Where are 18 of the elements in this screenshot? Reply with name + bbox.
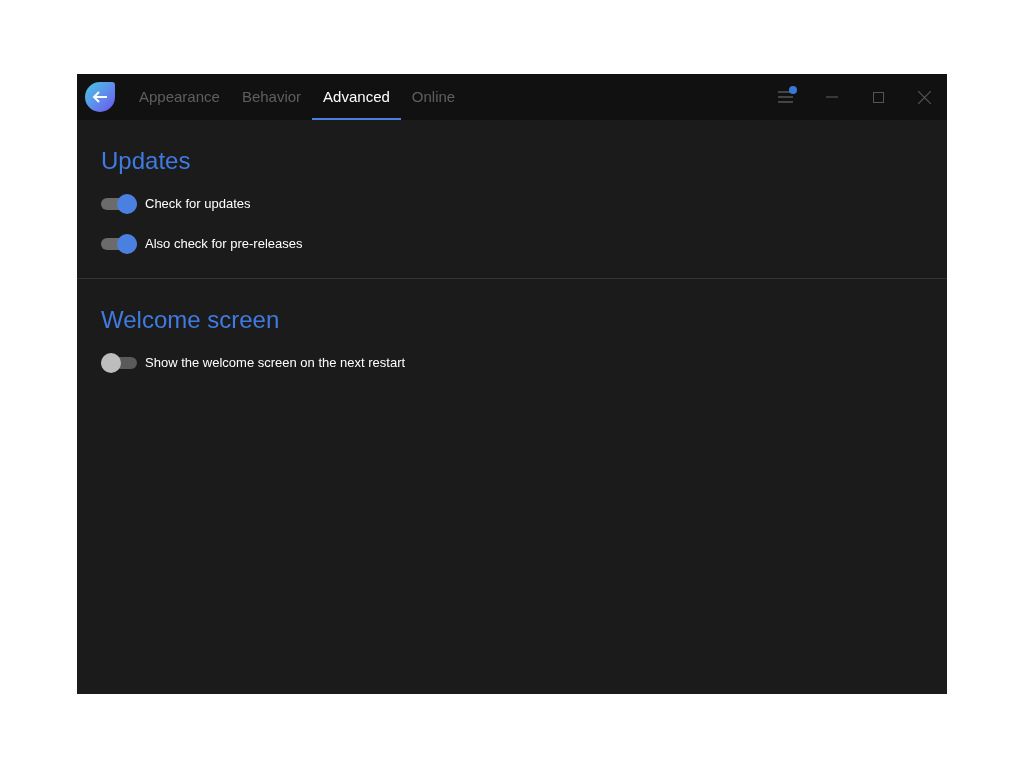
section-heading: Updates (101, 146, 192, 176)
maximize-icon (872, 91, 884, 103)
back-button[interactable] (85, 82, 115, 112)
toggle-switch[interactable] (101, 194, 137, 214)
tab[interactable]: Appearance (128, 74, 231, 120)
setting-label: Show the welcome screen on the next restart (145, 354, 406, 373)
section-heading: Welcome screen (101, 305, 281, 335)
setting-label: Also check for pre-releases (145, 235, 303, 254)
toggle-switch[interactable] (101, 353, 137, 373)
tab[interactable]: Behavior (230, 74, 313, 120)
tab[interactable]: Online (400, 74, 467, 120)
close-icon (917, 90, 931, 104)
setting-label: Check for updates (145, 195, 251, 214)
menu-icon (778, 91, 794, 103)
tab[interactable]: Advanced (312, 74, 401, 120)
minimize-icon (826, 96, 838, 98)
toggle-switch[interactable] (101, 234, 137, 254)
back-arrow-icon (92, 90, 108, 104)
